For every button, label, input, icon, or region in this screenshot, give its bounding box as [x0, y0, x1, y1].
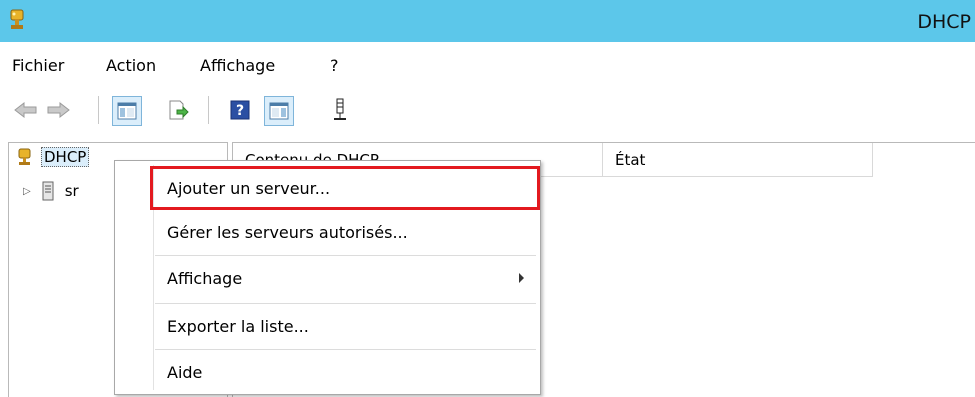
ctx-item-affichage[interactable]: Affichage — [115, 259, 540, 297]
toolbar: ? — [0, 88, 975, 134]
tree-node-dhcp[interactable]: DHCP — [15, 147, 90, 167]
tree-node-dhcp-label: DHCP — [41, 147, 90, 167]
svg-text:?: ? — [236, 103, 244, 119]
dhcp-icon — [18, 148, 31, 165]
back-arrow-icon[interactable] — [12, 96, 40, 124]
menu-affichage[interactable]: Affichage — [200, 56, 275, 75]
export-list-icon[interactable] — [164, 96, 192, 124]
title-bar: DHCP — [0, 0, 975, 42]
menu-help[interactable]: ? — [330, 56, 339, 75]
server-computer-icon — [42, 181, 54, 201]
show-hide-console-tree-icon[interactable] — [112, 96, 142, 126]
ctx-item-manage-authorized-servers[interactable]: Gérer les serveurs autorisés... — [115, 213, 540, 251]
tree-node-server[interactable]: ▷ sr — [23, 181, 79, 201]
expand-chevron-icon[interactable]: ▷ — [23, 186, 31, 197]
help-icon[interactable]: ? — [226, 96, 254, 124]
window-title: DHCP — [917, 11, 971, 33]
toolbar-separator — [208, 96, 209, 124]
highlight-box — [150, 166, 540, 210]
ctx-item-help[interactable]: Aide — [115, 353, 540, 391]
forward-arrow-icon[interactable] — [44, 96, 72, 124]
menu-separator — [155, 303, 536, 304]
menu-separator — [155, 255, 536, 256]
submenu-arrow-icon — [519, 273, 524, 283]
ctx-item-export-list[interactable]: Exporter la liste... — [115, 307, 540, 345]
menu-separator — [155, 349, 536, 350]
show-hide-action-pane-icon[interactable] — [264, 96, 294, 126]
server-icon[interactable] — [326, 96, 354, 124]
menu-action[interactable]: Action — [106, 56, 156, 75]
ctx-item-affichage-label: Affichage — [167, 268, 243, 288]
column-header-state[interactable]: État — [603, 143, 873, 177]
toolbar-separator — [98, 96, 99, 124]
tree-node-server-label: sr — [64, 182, 79, 200]
menu-bar: Fichier Action Affichage ? — [0, 42, 975, 88]
dhcp-app-icon — [10, 9, 24, 29]
menu-fichier[interactable]: Fichier — [12, 56, 64, 75]
